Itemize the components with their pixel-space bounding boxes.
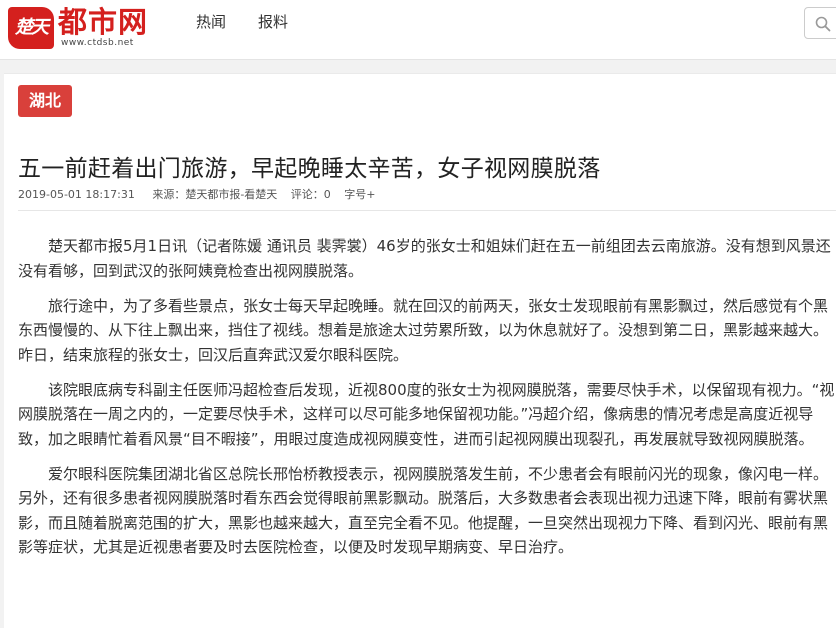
article-source: 来源：楚天都市报-看楚天 xyxy=(152,188,278,201)
search-icon xyxy=(815,16,831,32)
nav-report[interactable]: 报料 xyxy=(258,12,288,32)
article-paragraph: 旅行途中，为了多看些景点，张女士每天早起晚睡。就在回汉的前两天，张女士发现眼前有… xyxy=(18,296,829,364)
article-meta: 2019-05-01 18:17:31 来源：楚天都市报-看楚天 评论：0 字号… xyxy=(18,187,386,203)
article-paragraph: 楚天都市报5月1日讯（记者陈媛 通讯员 裴霁裳）46岁的张女士和姐妹们赶在五一前… xyxy=(18,237,831,280)
logo-badge: 楚天 xyxy=(8,7,54,49)
search-box[interactable] xyxy=(804,7,836,39)
article-body: 楚天都市报5月1日讯（记者陈媛 通讯员 裴霁裳）46岁的张女士和姐妹们赶在五一前… xyxy=(18,234,836,570)
article-paragraph: 该院眼底病专科副主任医师冯超检查后发现，近视800度的张女士为视网膜脱落，需要尽… xyxy=(18,380,835,448)
article-paragraph: 爱尔眼科医院集团湖北省区总院长邢怡桥教授表示，视网膜脱落发生前，不少患者会有眼前… xyxy=(18,464,829,557)
site-logo[interactable]: 楚天 都市网 www.ctdsb.net xyxy=(8,5,168,51)
nav-hot-news[interactable]: 热闻 xyxy=(196,12,226,32)
top-bar: 楚天 都市网 www.ctdsb.net 热闻 报料 xyxy=(0,0,836,60)
publish-time: 2019-05-01 18:17:31 xyxy=(18,188,135,201)
divider xyxy=(18,210,836,211)
article-title: 五一前赶着出门旅游，早起晚睡太辛苦，女子视网膜脱落 xyxy=(18,156,601,182)
logo-name: 都市网 xyxy=(58,5,149,39)
comment-count[interactable]: 评论：0 xyxy=(291,188,331,201)
article-card: 湖北 五一前赶着出门旅游，早起晚睡太辛苦，女子视网膜脱落 2019-05-01 … xyxy=(4,73,836,628)
logo-url: www.ctdsb.net xyxy=(61,38,134,48)
category-tag[interactable]: 湖北 xyxy=(18,85,73,117)
font-size-button[interactable]: 字号+ xyxy=(344,188,375,201)
